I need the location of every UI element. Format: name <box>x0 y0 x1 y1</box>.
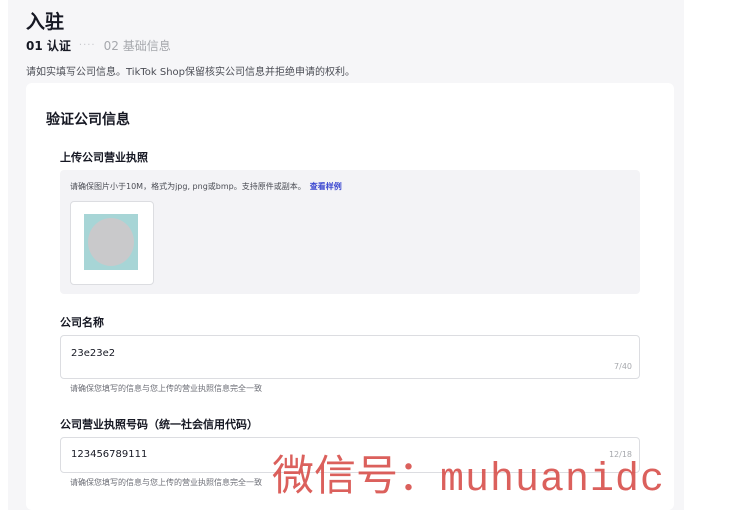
step-1-certification: 01 认证 <box>26 39 71 53</box>
intro-text: 请如实填写公司信息。TikTok Shop保留核实公司信息并拒绝申请的权利。 <box>26 67 356 78</box>
watermark-cn: 微信号： <box>272 451 441 500</box>
watermark-overlay: 微信号：muhuanidc <box>272 442 665 503</box>
license-image-preview <box>84 214 138 270</box>
image-placeholder-shape <box>88 218 134 266</box>
upload-hint: 请确保图片小于10M，格式为jpg, png或bmp。支持原件或副本。 查看样例 <box>70 181 342 192</box>
license-number-helper: 请确保您填写的信息与您上传的营业执照信息完全一致 <box>70 478 262 487</box>
view-sample-link[interactable]: 查看样例 <box>310 182 342 191</box>
section-title: 验证公司信息 <box>46 112 130 128</box>
license-number-label: 公司营业执照号码（统一社会信用代码） <box>60 418 258 431</box>
company-name-value: 23e23e2 <box>71 348 116 359</box>
watermark-latin: muhuanidc <box>440 458 666 503</box>
upload-hint-text: 请确保图片小于10M，格式为jpg, png或bmp。支持原件或副本。 <box>70 182 306 191</box>
step-2-basic-info: 02 基础信息 <box>103 39 171 53</box>
upload-license-label: 上传公司营业执照 <box>60 151 148 164</box>
page-title: 入驻 <box>26 11 65 33</box>
step-separator: ···· <box>78 40 96 51</box>
company-name-input[interactable]: 23e23e2 7/40 <box>60 335 640 379</box>
company-name-label: 公司名称 <box>60 316 104 329</box>
company-name-counter: 7/40 <box>614 362 632 371</box>
stepper: 01 认证 ···· 02 基础信息 <box>26 37 171 54</box>
license-number-value: 123456789111 <box>71 449 148 460</box>
company-name-helper: 请确保您填写的信息与您上传的营业执照信息完全一致 <box>70 384 262 393</box>
